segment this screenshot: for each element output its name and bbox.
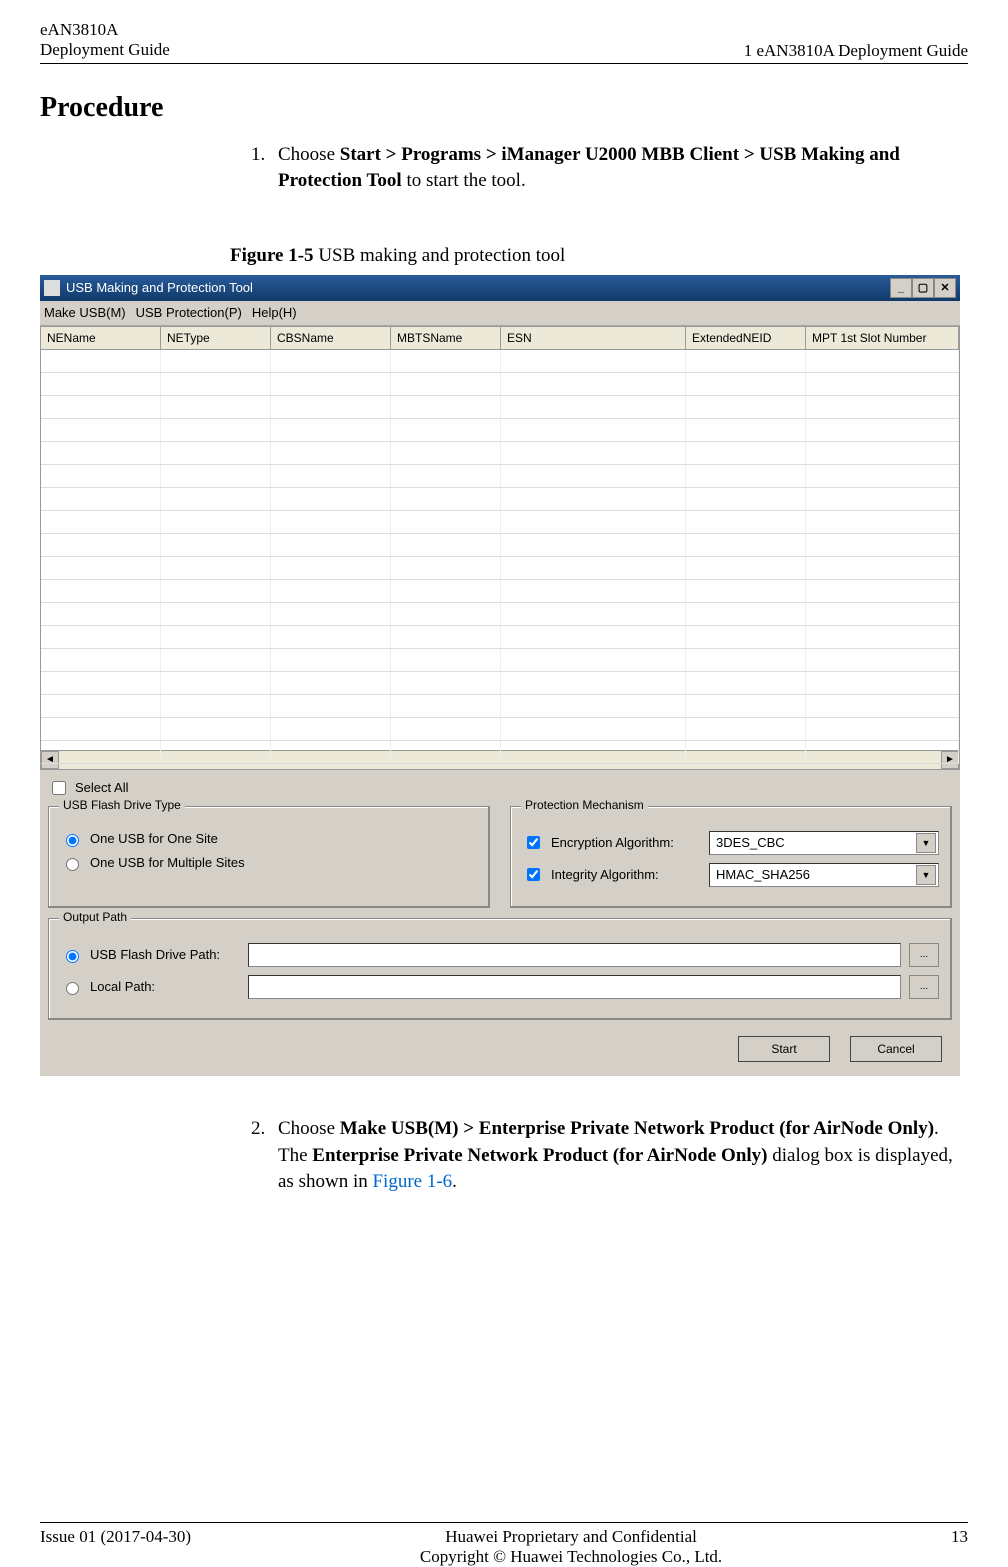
dropdown-integrity[interactable]: HMAC_SHA256 ▼ (709, 863, 939, 887)
col-mbtsname[interactable]: MBTSName (391, 327, 501, 349)
header-product: eAN3810A (40, 20, 170, 40)
chk-encryption[interactable] (527, 836, 540, 849)
footer-issue: Issue 01 (2017-04-30) (40, 1527, 191, 1547)
menu-help[interactable]: Help(H) (252, 305, 297, 320)
col-cbsname[interactable]: CBSName (271, 327, 391, 349)
menubar: Make USB(M) USB Protection(P) Help(H) (40, 301, 960, 326)
figure-caption: Figure 1-5 USB making and protection too… (230, 245, 968, 267)
col-netype[interactable]: NEType (161, 327, 271, 349)
chevron-down-icon[interactable]: ▼ (916, 865, 936, 885)
menu-usb-protection[interactable]: USB Protection(P) (136, 305, 242, 320)
minimize-button[interactable]: _ (890, 278, 912, 298)
cancel-button[interactable]: Cancel (850, 1036, 942, 1062)
window-title: USB Making and Protection Tool (66, 280, 253, 295)
chevron-down-icon[interactable]: ▼ (916, 833, 936, 853)
radio-local-path[interactable] (66, 982, 79, 995)
maximize-button[interactable]: ▢ (912, 278, 934, 298)
select-all-input[interactable] (52, 781, 66, 795)
grid: NEName NEType CBSName MBTSName ESN Exten… (40, 326, 960, 770)
footer-page: 13 (951, 1527, 968, 1547)
group-drive-type: USB Flash Drive Type One USB for One Sit… (48, 806, 490, 908)
step1-path: Start > Programs > iManager U2000 MBB Cl… (278, 144, 900, 192)
col-nename[interactable]: NEName (41, 327, 161, 349)
chk-integrity[interactable] (527, 868, 540, 881)
step-2: Choose Make USB(M) > Enterprise Private … (270, 1116, 968, 1196)
page-footer: Issue 01 (2017-04-30) Huawei Proprietary… (40, 1523, 968, 1567)
header-chapter: 1 eAN3810A Deployment Guide (744, 41, 968, 61)
radio-one-site[interactable]: One USB for One Site (61, 831, 477, 847)
start-button[interactable]: Start (738, 1036, 830, 1062)
app-icon (44, 280, 60, 296)
close-button[interactable]: ✕ (934, 278, 956, 298)
group-output: Output Path USB Flash Drive Path: ... Lo… (48, 918, 952, 1020)
select-all-checkbox[interactable]: Select All (48, 778, 952, 798)
local-path-input[interactable] (248, 975, 901, 999)
section-title: Procedure (40, 92, 968, 124)
col-esn[interactable]: ESN (501, 327, 686, 349)
titlebar[interactable]: USB Making and Protection Tool _ ▢ ✕ (40, 275, 960, 301)
step-1: Choose Start > Programs > iManager U2000… (270, 142, 968, 195)
page-header: eAN3810A Deployment Guide 1 eAN3810A Dep… (40, 20, 968, 64)
radio-usb-path[interactable] (66, 950, 79, 963)
col-extendedneid[interactable]: ExtendedNEID (686, 327, 806, 349)
app-window: USB Making and Protection Tool _ ▢ ✕ Mak… (40, 275, 960, 1076)
dropdown-encryption[interactable]: 3DES_CBC ▼ (709, 831, 939, 855)
step2-path: Make USB(M) > Enterprise Private Network… (340, 1118, 934, 1139)
figure-link[interactable]: Figure 1-6 (372, 1171, 452, 1192)
grid-header: NEName NEType CBSName MBTSName ESN Exten… (41, 327, 959, 350)
group-protection: Protection Mechanism Encryption Algorith… (510, 806, 952, 908)
usb-path-input[interactable] (248, 943, 901, 967)
browse-local-button[interactable]: ... (909, 975, 939, 999)
header-subtitle: Deployment Guide (40, 40, 170, 60)
radio-multi-site[interactable]: One USB for Multiple Sites (61, 855, 477, 871)
browse-usb-button[interactable]: ... (909, 943, 939, 967)
col-mptslot[interactable]: MPT 1st Slot Number (806, 327, 959, 349)
menu-make-usb[interactable]: Make USB(M) (44, 305, 126, 320)
